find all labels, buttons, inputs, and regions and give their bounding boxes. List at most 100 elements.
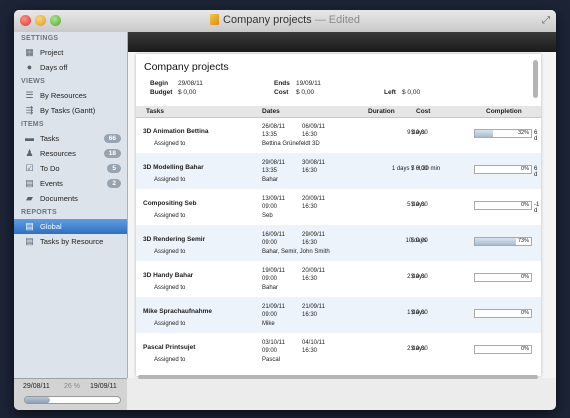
count-badge: 5 [107,164,121,173]
edited-indicator: — Edited [314,14,360,26]
sidebar-item-label: Documents [40,194,78,203]
table-row[interactable]: 3D Rendering Semir Assigned to 16/09/11 09:… [136,225,541,261]
horizontal-scrollbar[interactable] [138,375,538,379]
report-icon: ▤ [25,236,34,246]
end-date: 06/09/11 16:30 [302,124,325,138]
report-area: Company projects Begin 29/08/11 Budget $… [128,52,556,379]
window-title: Company projects — Edited [14,14,556,26]
completion-percent: 0% [521,346,529,352]
assigned-resources: Mike [262,321,275,327]
col-tasks[interactable]: Tasks [146,108,164,115]
start-date: 26/08/11 13:35 [262,124,285,138]
completion-bar: 0% [474,201,532,210]
sidebar: SETTINGS ▦ Project ● Days off VIEWS ☰ By Resour… [14,32,128,378]
sidebar-item-global[interactable]: ▤ Global [14,219,127,234]
begin-label: Begin [150,80,169,87]
table-row[interactable]: 3D Modelling Bahar Assigned to 29/08/11 13:… [136,153,541,189]
sidebar-item-label: Days off [40,63,68,72]
col-cost[interactable]: Cost [416,108,430,115]
completion-bar: 73% [474,237,532,246]
sidebar-section-reports: REPORTS [21,209,57,216]
sidebar-item-by-tasks-gantt[interactable]: ⇶ By Tasks (Gantt) [14,103,127,118]
task-name: 3D Rendering Semir [143,236,206,243]
project-end-date: 19/09/11 [90,383,117,390]
task-cost: $ 0,00 [411,238,428,244]
calendar-icon: ▤ [25,178,34,188]
completion-fill [475,130,493,137]
assigned-resources: Bahar [262,285,279,291]
checkbox-icon: ☑ [25,163,34,173]
table-row[interactable]: 3D Handy Bahar Assigned to 19/09/11 09:00 20… [136,261,541,297]
slack-value: 6 d [534,130,538,142]
end-date: 29/09/11 16:30 [302,232,325,246]
sidebar-item-documents[interactable]: ▰ Documents [14,191,127,206]
completion-percent: 73% [517,238,529,244]
sidebar-item-project[interactable]: ▦ Project [14,45,127,60]
task-name: 3D Handy Bahar [143,272,194,279]
left-value: $ 0,00 [402,89,421,96]
task-name: Pascal Printsujet [143,344,196,351]
start-date: 03/10/11 09:00 [262,340,285,354]
assigned-resources: Bettina Grünefeldt 3D [262,141,320,147]
table-row[interactable]: Compositing Seb Assigned to 13/09/11 09:00 2… [136,189,541,225]
assigned-resources: Bahar [262,177,279,183]
sidebar-item-events[interactable]: ▤ Events 2 [14,176,127,191]
days-off-icon: ● [26,62,33,72]
sidebar-item-label: Tasks by Resource [40,237,104,246]
task-name: 3D Modelling Bahar [143,164,204,171]
table-row[interactable]: Pascal Printsujet Assigned to 03/10/11 09:0… [136,333,541,369]
task-cost: $ 0,00 [411,310,428,316]
sidebar-item-days-off[interactable]: ● Days off [14,60,127,75]
col-completion[interactable]: Completion [486,108,522,115]
sidebar-item-by-resources[interactable]: ☰ By Resources [14,88,127,103]
col-dates[interactable]: Dates [262,108,280,115]
count-badge: 2 [107,179,121,188]
sidebar-item-resources[interactable]: ♟ Resources 18 [14,146,127,161]
assigned-resources: Seb [262,213,273,219]
count-badge: 18 [103,149,121,158]
sidebar-item-label: By Tasks (Gantt) [40,106,96,115]
toolbar [128,32,556,52]
task-cost: $ 0,00 [411,166,428,172]
gantt-icon: ⇶ [25,105,34,115]
cost-label: Cost [274,89,289,96]
folder-icon: ▰ [26,193,33,203]
title-bar: Company projects — Edited ⤢ [14,10,556,33]
completion-percent: 0% [521,274,529,280]
fullscreen-icon[interactable]: ⤢ [542,15,550,26]
completion-bar: 32% [474,129,532,138]
cost-value: $ 0,00 [296,89,315,96]
sidebar-item-label: Tasks [40,134,60,143]
document-icon [210,14,220,25]
assigned-label: Assigned to [154,321,186,327]
begin-value: 29/08/11 [178,80,203,87]
task-name: Compositing Seb [143,200,197,207]
table-row[interactable]: 3D Animation Bettina Assigned to 26/08/11 1… [136,117,541,153]
end-date: 21/09/11 16:30 [302,304,325,318]
sidebar-section-items: ITEMS [21,121,44,128]
completion-percent: 0% [521,166,529,172]
sidebar-item-label: By Resources [40,91,87,100]
task-cost: $ 0,00 [411,274,428,280]
people-icon: ♟ [25,148,34,158]
end-date: 20/09/11 16:30 [302,268,325,282]
assigned-resources: Pascal [262,357,281,363]
sidebar-section-settings: SETTINGS [21,35,59,42]
project-start-date: 29/08/11 [23,383,50,390]
sidebar-item-tasks-by-resource[interactable]: ▤ Tasks by Resource [14,234,127,249]
table-row[interactable]: Mike Sprachaufnahme Assigned to 21/09/11 09… [136,297,541,333]
completion-bar: 0% [474,273,532,282]
report-icon: ▤ [25,221,34,231]
sidebar-item-to-do[interactable]: ☑ To Do 5 [14,161,127,176]
task-name: 3D Animation Bettina [143,128,209,135]
ends-value: 19/09/11 [296,80,321,87]
vertical-scrollbar[interactable] [533,60,538,98]
completion-bar: 0% [474,345,532,354]
col-duration[interactable]: Duration [368,108,395,115]
start-date: 29/08/11 13:35 [262,160,285,174]
project-progress-track [24,396,121,404]
end-date: 30/08/11 16:30 [302,160,325,174]
completion-bar: 0% [474,309,532,318]
sidebar-item-tasks[interactable]: ▬ Tasks 66 [14,131,127,146]
sidebar-item-label: Global [40,222,62,231]
